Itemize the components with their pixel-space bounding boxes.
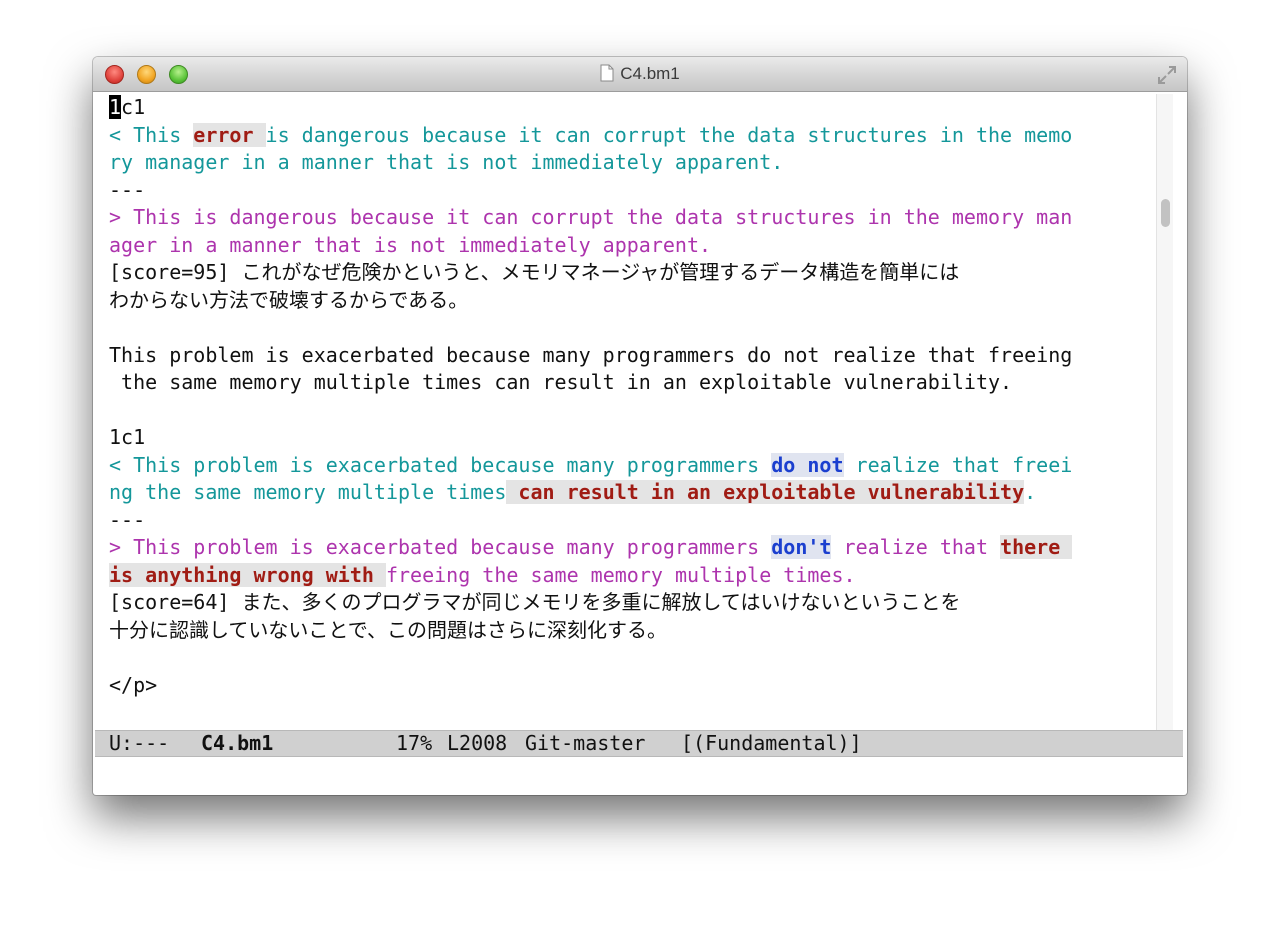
text-segment: is dangerous because it can corrupt the … [265,122,1073,147]
buffer-line[interactable] [107,644,1147,672]
buffer-line-text: the same memory multiple times can resul… [109,369,1012,397]
buffer-line[interactable]: > This problem is exacerbated because ma… [107,534,1147,562]
buffer-line[interactable] [107,314,1147,342]
text-cursor: 1 [109,95,122,119]
buffer-line-text: [score=95] これがなぜ危険かというと、メモリマネージャが管理するデータ… [109,259,959,287]
text-segment: freeing the same memory multiple times. [385,562,856,587]
buffer-line-text: ager in a manner that is not immediately… [109,232,711,260]
buffer-line-text: 十分に認識していないことで、この問題はさらに深刻化する。 [109,617,667,645]
text-segment: is anything wrong with [109,562,386,587]
modeline-line: L2008 [447,731,508,755]
buffer-line-text: < This problem is exacerbated because ma… [109,452,1072,480]
text-segment: can result in an exploitable vulnerabili… [506,480,1025,504]
modeline-vcs[interactable]: Git-master [525,731,645,756]
text-segment: --- [109,177,146,202]
buffer-line[interactable]: 1c1 [107,424,1147,452]
buffer-line[interactable]: ↩ager in a manner that is not immediatel… [107,232,1147,260]
text-segment: [score=64] また、多くのプログラマが同じメモリを多重に解放してはいけな… [109,590,961,614]
buffer-line-text: [score=64] また、多くのプログラマが同じメモリを多重に解放してはいけな… [109,589,960,617]
text-segment: don't [771,535,832,559]
modeline-buffer-name[interactable]: C4.bm1 [201,731,273,756]
buffer-line[interactable]: ↩is anything wrong with freeing the same… [107,562,1147,590]
text-segment: 1c1 [109,425,146,449]
buffer-line-text: > This is dangerous because it can corru… [109,204,1072,232]
buffer-line-text: わからない方法で破壊するからである。 [109,287,468,315]
buffer-line-text: --- [109,507,145,535]
buffer-line[interactable] [107,397,1147,425]
text-segment: [score=95] これがなぜ危険かというと、メモリマネージャが管理するデータ… [109,260,960,284]
buffer-line[interactable]: --- [107,507,1147,535]
text-segment: the same memory multiple times can resul… [109,370,1013,394]
mode-line: U:--- C4.bm1 17% L2008 Git-master [(Fund… [95,730,1183,757]
text-segment: ry manager in a manner that is not immed… [109,150,784,174]
buffer-line[interactable]: ↩わからない方法で破壊するからである。 [107,287,1147,315]
text-segment: </p> [109,672,158,697]
title-bar[interactable]: C4.bm1 [93,57,1187,92]
buffer-line[interactable]: [score=95] これがなぜ危険かというと、メモリマネージャが管理するデータ… [107,259,1147,287]
buffer-line-text: --- [109,177,145,205]
buffer-line[interactable]: ↩ng the same memory multiple times can r… [107,479,1147,507]
text-segment: --- [109,507,146,532]
text-segment: ng the same memory multiple times [109,480,507,504]
buffer-line[interactable]: </p> [107,672,1147,700]
buffer-line[interactable]: > This is dangerous because it can corru… [107,204,1147,232]
text-segment: . [1024,480,1037,504]
fullscreen-icon[interactable] [1156,64,1178,86]
text-segment: error [193,122,266,147]
buffer-line[interactable]: --- [107,177,1147,205]
buffer-line[interactable]: < This problem is exacerbated because ma… [107,452,1147,480]
buffer-line-text: This problem is exacerbated because many… [109,342,1072,370]
buffer-line-text: </p> [109,672,157,700]
editor-buffer[interactable]: 1c1 < This error is dangerous because it … [107,94,1147,728]
modeline-mode[interactable]: [(Fundamental)] [681,731,862,756]
text-segment: < This problem is exacerbated because ma… [109,452,772,477]
buffer-line-text: ry manager in a manner that is not immed… [109,149,783,177]
text-segment: realize that [831,535,1001,559]
text-segment: > This problem is exacerbated because ma… [109,535,772,559]
buffer-line[interactable]: ↩ry manager in a manner that is not imme… [107,149,1147,177]
scrollbar-thumb[interactable] [1161,199,1170,227]
window-title: C4.bm1 [93,64,1187,84]
text-segment: 十分に認識していないことで、この問題はさらに深刻化する。 [109,617,667,642]
vertical-scrollbar[interactable] [1156,94,1173,784]
buffer-line[interactable]: This problem is exacerbated because many… [107,342,1147,370]
buffer-line-text: ng the same memory multiple times can re… [109,479,1036,507]
modeline-status: U:--- [109,731,170,755]
text-segment: ager in a manner that is not immediately… [109,232,712,257]
emacs-window: C4.bm1 1c1 < This error is dangerous beca… [93,57,1187,795]
buffer-line-text: 1c1 [109,94,145,122]
buffer-line[interactable]: ↩ the same memory multiple times can res… [107,369,1147,397]
buffer-line[interactable]: 1c1 [107,94,1147,122]
document-icon [600,64,614,82]
minibuffer[interactable] [95,757,1183,785]
text-segment: < This [109,122,194,147]
buffer-line-text: < This error is dangerous because it can… [109,122,1072,150]
text-segment: there [1000,535,1073,559]
buffer-line[interactable]: [score=64] また、多くのプログラマが同じメモリを多重に解放してはいけな… [107,589,1147,617]
text-segment: わからない方法で破壊するからである。 [109,287,469,312]
modeline-position: 17% [396,731,433,755]
text-segment: do not [771,452,844,477]
window-title-text: C4.bm1 [620,64,680,83]
buffer-line[interactable]: < This error is dangerous because it can… [107,122,1147,150]
text-segment: realize that freei [843,452,1073,477]
buffer-line-text: > This problem is exacerbated because ma… [109,534,1073,562]
buffer-line-text: is anything wrong with freeing the same … [109,562,856,590]
buffer-line-text: 1c1 [109,424,145,452]
text-segment: > This is dangerous because it can corru… [109,205,1073,229]
text-segment: This problem is exacerbated because many… [109,342,1073,367]
buffer-line[interactable]: ↩十分に認識していないことで、この問題はさらに深刻化する。 [107,617,1147,645]
text-segment: c1 [121,95,146,119]
